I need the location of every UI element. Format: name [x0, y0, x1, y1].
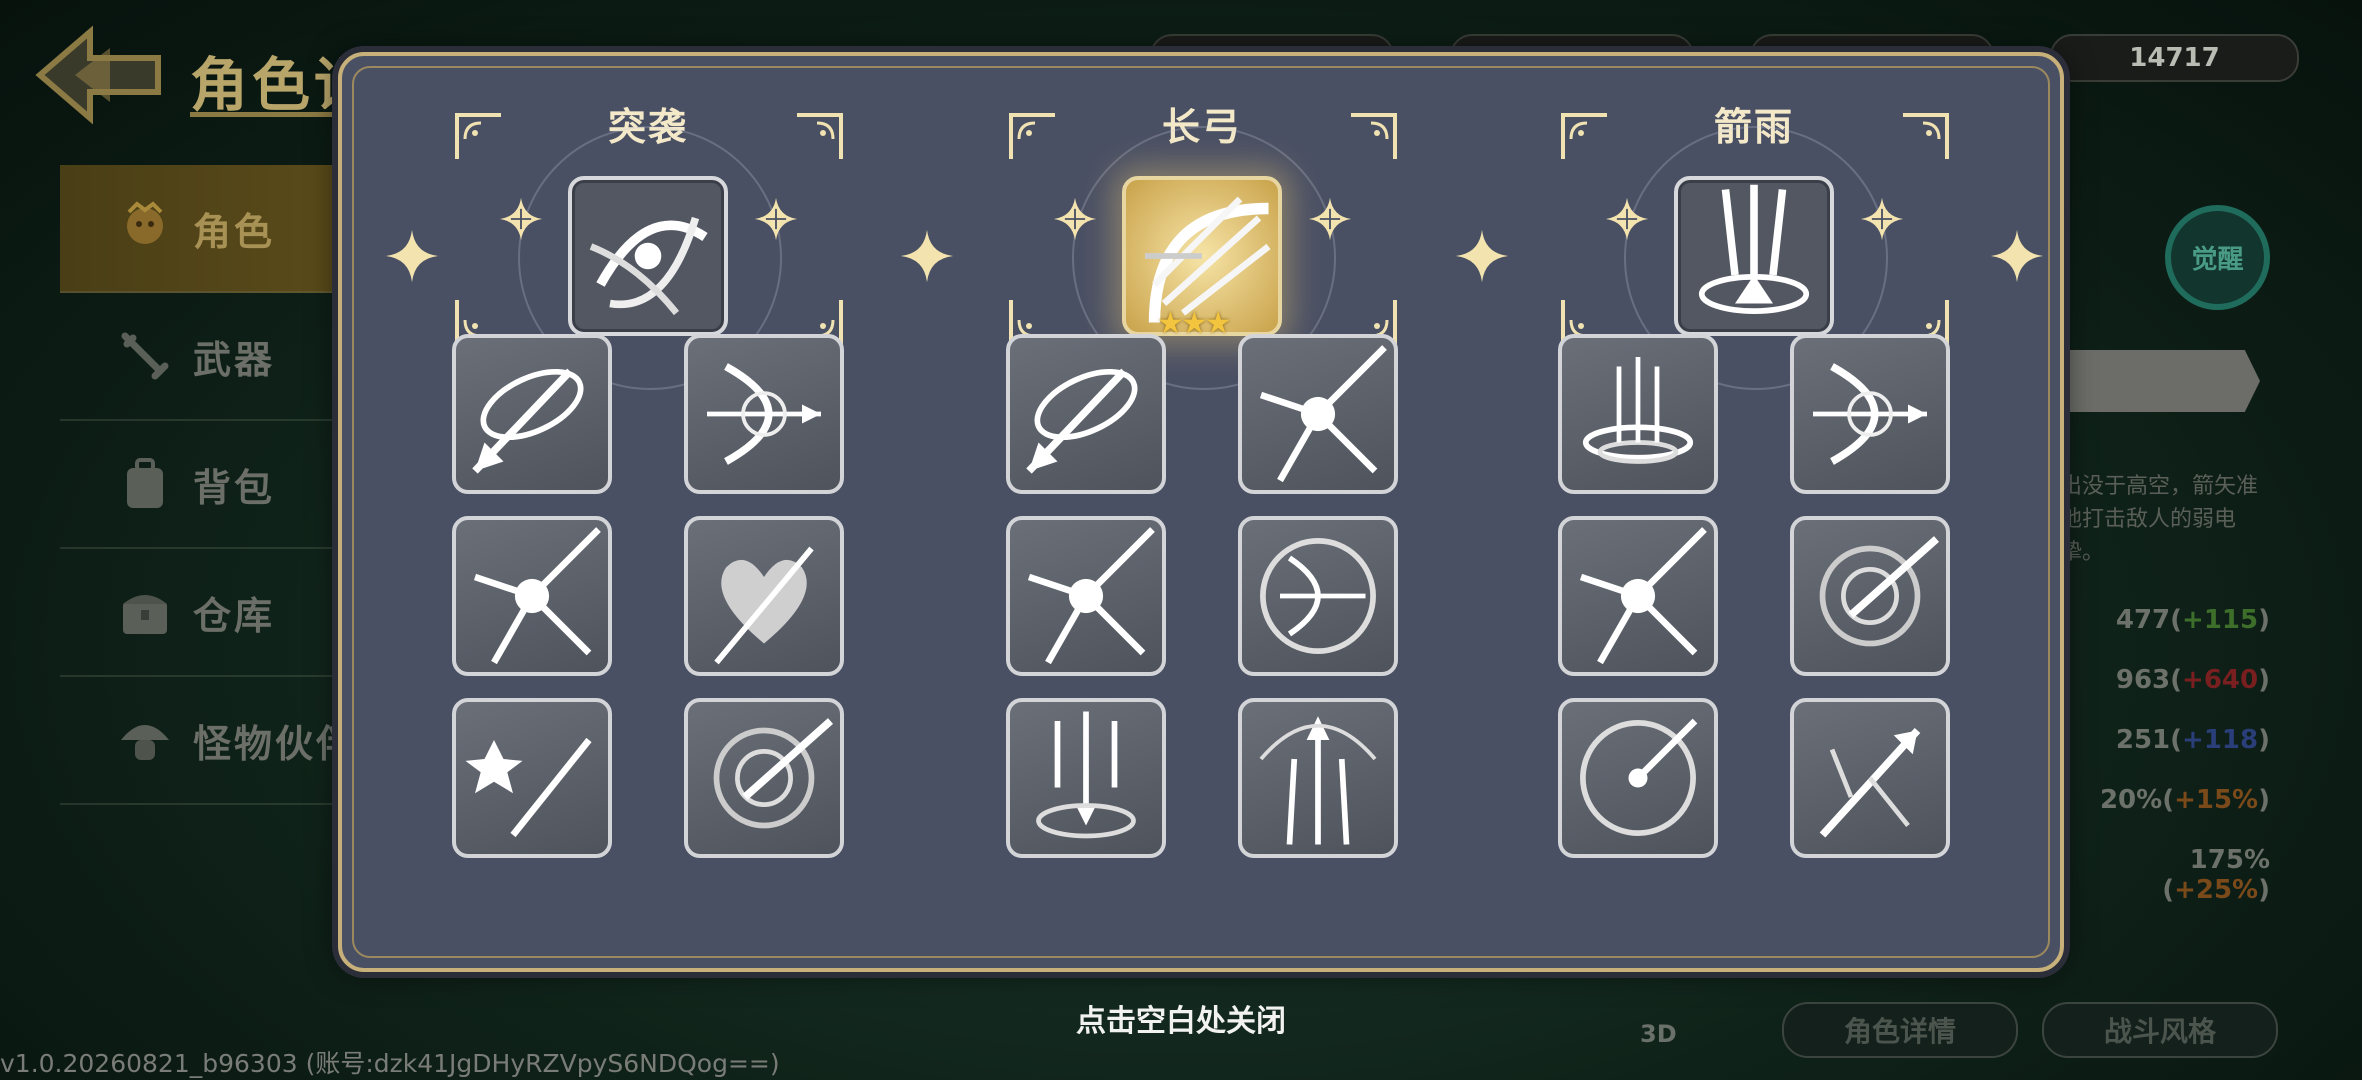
sparkle-icon [1860, 197, 1904, 241]
four-point-star-icon [1990, 229, 2044, 283]
sparkle-icon [1605, 197, 1649, 241]
rank-stars: ★★★ [1157, 306, 1232, 341]
four-point-star-icon [900, 229, 954, 283]
version-text: v1.0.20260821_b96303 (账号:dzk41JgDHyRZVpy… [0, 1049, 780, 1078]
bow-multishot-icon[interactable] [684, 334, 844, 494]
swirl-arrows-icon[interactable] [1790, 516, 1950, 676]
arrow-rain-icon[interactable] [1674, 176, 1834, 336]
split-arrow-icon[interactable] [1790, 698, 1950, 858]
stat-row: 175%(+25%) [2162, 845, 2270, 905]
bow-up-icon[interactable] [1790, 334, 1950, 494]
impact-arrow-icon[interactable] [1006, 516, 1166, 676]
stat-row: 20%(+15%) [2099, 785, 2270, 815]
skill-tree-modal: 突袭 长弓 ★★★ 箭雨 [338, 52, 2064, 972]
sparkle-icon [1053, 197, 1097, 241]
skill-description: 出没于高空，箭矢准地打击敌人的弱电挚。 [2060, 474, 2259, 565]
stat-row: 251(+118) [2115, 725, 2270, 755]
ornament-corner-icon [1009, 113, 1055, 159]
side-item-label: 仓库 [193, 593, 276, 638]
awaken-label: 觉醒 [2191, 245, 2244, 275]
side-item-label: 怪物伙伴 [193, 721, 358, 766]
back-arrow-icon[interactable] [30, 20, 170, 130]
character-icon [127, 201, 163, 244]
ornament-corner-icon [1903, 113, 1949, 159]
stat-row: 477(+115) [2115, 605, 2270, 635]
sword-icon [121, 332, 169, 380]
side-item-label: 角色 [193, 209, 276, 254]
arrow-rain-down-icon[interactable] [1006, 698, 1166, 858]
target-arrow-icon[interactable] [1558, 698, 1718, 858]
heart-arrows-icon[interactable] [684, 516, 844, 676]
ring-arrow-icon[interactable] [452, 334, 612, 494]
compass-bow-icon[interactable] [1238, 516, 1398, 676]
ornament-corner-icon [1351, 113, 1397, 159]
ornament-corner-icon [1561, 113, 1607, 159]
sparkle-icon [754, 197, 798, 241]
piercing-arrow-icon[interactable] [452, 516, 612, 676]
name-banner [2070, 350, 2260, 412]
chest-icon [123, 595, 167, 634]
star-arrows-icon[interactable] [452, 698, 612, 858]
awaken-button[interactable]: 觉醒 [2165, 205, 2270, 310]
title-underline [190, 112, 350, 117]
potion-counter: 14717 [2050, 34, 2299, 82]
backpack-icon [127, 458, 163, 508]
sparkle-icon [499, 197, 543, 241]
side-item-label: 背包 [193, 465, 276, 510]
arrow-tornado-icon[interactable] [1558, 334, 1718, 494]
vortex-arrow-icon[interactable] [684, 698, 844, 858]
scatter-arrows-icon[interactable] [1238, 334, 1398, 494]
four-point-star-icon [385, 229, 439, 283]
mushroom-pet-icon [121, 725, 169, 760]
ornament-corner-icon [455, 113, 501, 159]
four-point-star-icon [1455, 229, 1509, 283]
close-hint[interactable]: 点击空白处关闭 [0, 996, 2362, 1040]
ornament-corner-icon [797, 113, 843, 159]
rising-arrows-icon[interactable] [1238, 698, 1398, 858]
volley-arrows-icon[interactable] [1558, 516, 1718, 676]
stat-row: 963(+640) [2115, 665, 2270, 695]
vortex-slash-icon[interactable] [568, 176, 728, 336]
sparkle-icon [1308, 197, 1352, 241]
spin-strike-icon[interactable] [1006, 334, 1166, 494]
potion-value: 14717 [2129, 43, 2220, 73]
side-item-label: 武器 [193, 337, 276, 382]
